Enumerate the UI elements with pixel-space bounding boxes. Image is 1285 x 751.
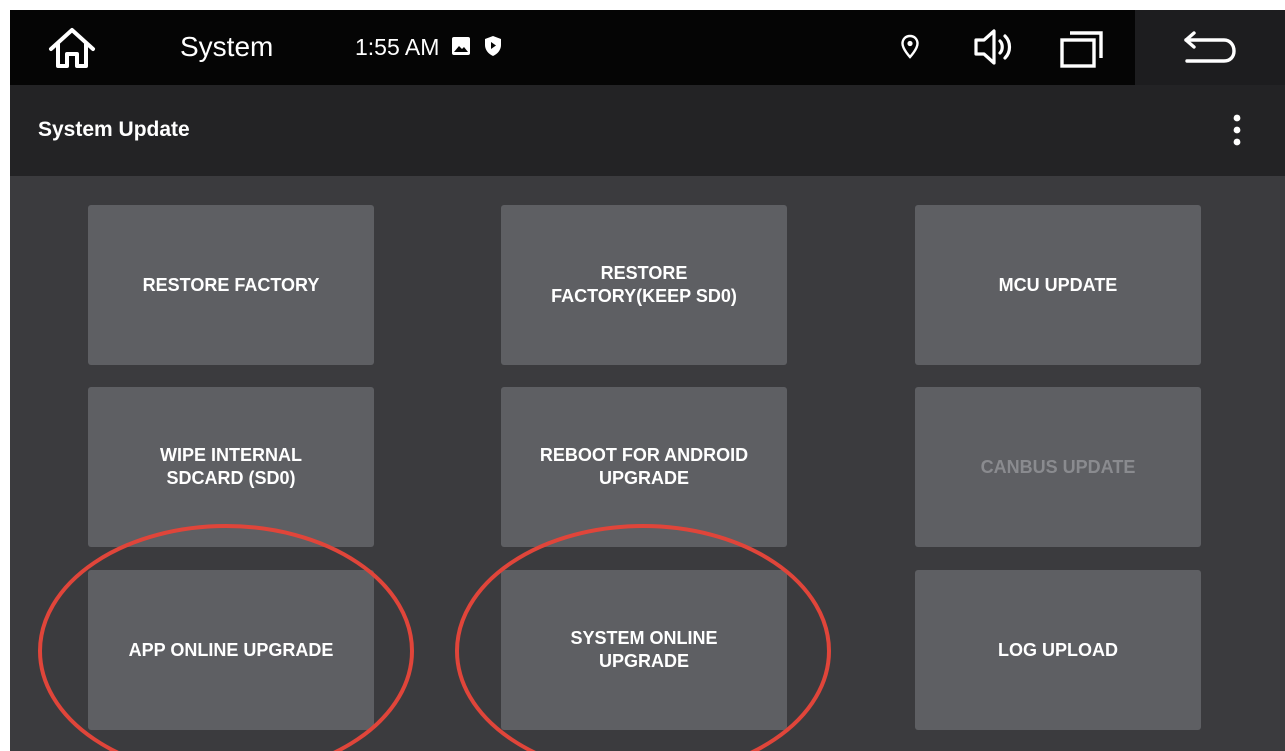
- restore-factory-keep-sd0-button[interactable]: RESTORE FACTORY(KEEP SD0): [501, 205, 787, 365]
- overflow-menu-button[interactable]: [1230, 113, 1244, 147]
- volume-button[interactable]: [972, 27, 1016, 67]
- tile-label: RESTORE FACTORY: [142, 274, 320, 295]
- mcu-update-button[interactable]: MCU UPDATE: [915, 205, 1201, 365]
- status-bar: System 1:55 AM: [10, 10, 1285, 85]
- app-online-upgrade-button[interactable]: APP ONLINE UPGRADE: [88, 570, 374, 730]
- more-vert-icon: [1233, 114, 1241, 146]
- tile-label: LOG UPLOAD: [998, 639, 1118, 660]
- restore-factory-button[interactable]: RESTORE FACTORY: [88, 205, 374, 365]
- system-online-upgrade-button[interactable]: SYSTEM ONLINE UPGRADE: [501, 570, 787, 730]
- log-upload-button[interactable]: LOG UPLOAD: [915, 570, 1201, 730]
- page-title: System Update: [38, 118, 190, 141]
- image-icon: [452, 37, 470, 55]
- tile-label: REBOOT FOR ANDROID UPGRADE: [539, 445, 749, 488]
- tile-label: WIPE INTERNAL SDCARD (SD0): [160, 445, 302, 488]
- shield-icon: [484, 35, 502, 57]
- reboot-android-upgrade-button[interactable]: REBOOT FOR ANDROID UPGRADE: [501, 387, 787, 547]
- tile-label: CANBUS UPDATE: [980, 456, 1136, 477]
- recent-apps-icon: [1060, 31, 1103, 68]
- home-button[interactable]: [46, 25, 98, 71]
- tile-label: SYSTEM ONLINE UPGRADE: [570, 628, 718, 671]
- location-icon: [900, 34, 920, 60]
- canbus-update-button: CANBUS UPDATE: [915, 387, 1201, 547]
- recent-apps-button[interactable]: [1060, 27, 1104, 69]
- wipe-internal-sdcard-button[interactable]: WIPE INTERNAL SDCARD (SD0): [88, 387, 374, 547]
- tile-label: RESTORE FACTORY(KEEP SD0): [551, 263, 737, 306]
- tile-label: MCU UPDATE: [998, 274, 1118, 295]
- home-icon: [49, 28, 95, 68]
- title-bar: System Update: [10, 85, 1285, 176]
- volume-icon: [974, 29, 1012, 65]
- system-update-screen: System 1:55 AM System Update RESTORE FAC…: [10, 10, 1285, 751]
- back-icon: [1184, 31, 1236, 63]
- clock: 1:55 AM: [355, 34, 440, 60]
- back-button[interactable]: [1135, 10, 1285, 85]
- tile-label: APP ONLINE UPGRADE: [128, 639, 334, 660]
- app-name: System: [180, 31, 274, 62]
